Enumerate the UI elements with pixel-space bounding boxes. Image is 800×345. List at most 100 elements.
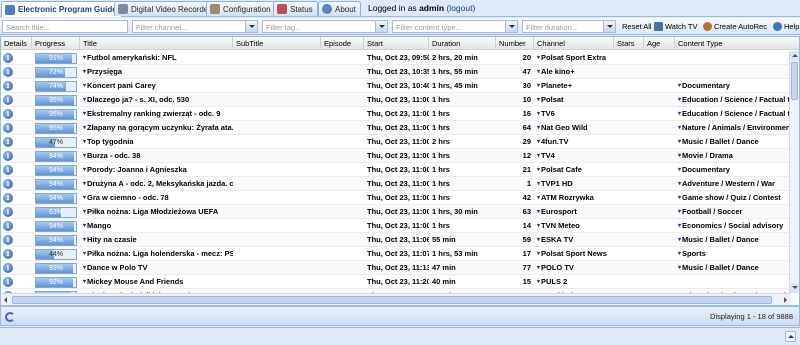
table-row[interactable]: i 94% ▾Drużyna A - odc. 2, Meksykańska jaz… [1, 177, 791, 191]
duration-filter-select[interactable]: Filter duration... [522, 20, 616, 33]
vertical-scrollbar[interactable] [789, 51, 799, 293]
cell-stars [614, 191, 644, 205]
details-info-icon[interactable]: i [3, 137, 13, 147]
column-header-title[interactable]: Title [80, 37, 233, 50]
cell-channel: ▾TVN Meteo [534, 219, 614, 233]
details-info-icon[interactable]: i [3, 277, 13, 287]
cell-title: ▾Dance w Polo TV [80, 261, 233, 275]
details-info-icon[interactable]: i [3, 235, 13, 245]
cell-title: ▾Piłka nożna: Liga holenderska - mecz: P… [80, 247, 233, 261]
details-info-icon[interactable]: i [3, 123, 13, 133]
column-header-start[interactable]: Start [364, 37, 429, 50]
details-info-icon[interactable]: i [3, 179, 13, 189]
details-info-icon[interactable]: i [3, 53, 13, 63]
table-row[interactable]: i 92% ▾Mickey Mouse And Friends Thu, Oct 23… [1, 275, 791, 289]
details-info-icon[interactable]: i [3, 193, 13, 203]
expand-panel-icon[interactable] [785, 331, 796, 342]
table-row[interactable]: i 95% ▾Dlaczego ja? - s. XI, odc. 530 Thu, … [1, 93, 791, 107]
cell-content-type: ▾Sports [675, 247, 791, 261]
details-info-icon[interactable]: i [3, 263, 13, 273]
hscroll-thumb[interactable] [12, 296, 772, 304]
table-row[interactable]: i 94% ▾Porody: Joanna i Agnieszka Thu, Oct … [1, 163, 791, 177]
title-search-input[interactable]: Search title... [2, 20, 128, 33]
table-row[interactable]: i 94% ▾Hity na czasie Thu, Oct 23, 11:06 55 … [1, 233, 791, 247]
tab-configuration[interactable]: Configuration [206, 1, 276, 16]
column-header-duration[interactable]: Duration [429, 37, 496, 50]
details-info-icon[interactable]: i [3, 81, 13, 91]
table-row[interactable]: i 93% ▾Dance w Polo TV Thu, Oct 23, 11:13 47… [1, 261, 791, 275]
help-button[interactable]: Help [773, 20, 799, 33]
cell-title-text: Mickey Mouse And Friends [87, 277, 184, 286]
progress-bar: 93% [35, 263, 77, 274]
horizontal-scrollbar[interactable] [1, 293, 791, 305]
cell-channel: ▾ATM Rozrywka [534, 191, 614, 205]
table-row[interactable]: i 44% ▾Piłka nożna: Liga holenderska - mec… [1, 247, 791, 261]
table-row[interactable]: i 72% ▾Przysięga Thu, Oct 23, 10:35 1 hrs, 5… [1, 65, 791, 79]
channel-filter-select[interactable]: Filter channel... [132, 20, 258, 33]
chevron-down-icon[interactable] [603, 21, 615, 32]
column-header-details[interactable]: Details [1, 37, 32, 50]
cell-start: Thu, Oct 23, 11:00 [367, 193, 429, 202]
table-row[interactable]: i 95% ▾Złapany na gorącym uczynku: Żyrafa … [1, 121, 791, 135]
details-info-icon[interactable]: i [3, 151, 13, 161]
column-header-content-type[interactable]: Content Type [675, 37, 799, 50]
column-header-progress[interactable]: Progress [32, 37, 80, 50]
flag-icon: ▾ [83, 195, 87, 201]
table-row[interactable]: i 63% ▾Piłka nożna: Liga Młodzieżowa UEFA T… [1, 205, 791, 219]
details-info-icon[interactable]: i [3, 95, 13, 105]
table-row[interactable]: i 47% ▾Top tygodnia Thu, Oct 23, 11:00 2 hrs… [1, 135, 791, 149]
table-row[interactable]: i 95% ▾Ekstremalny ranking zwierząt - odc.… [1, 107, 791, 121]
progress-label: 94% [48, 153, 63, 160]
tab-about[interactable]: About [318, 1, 361, 16]
tag-filter-select[interactable]: Filter tag... [262, 20, 388, 33]
reset-all-button[interactable]: Reset All [622, 20, 652, 33]
scroll-up-icon[interactable] [790, 51, 799, 61]
details-info-icon[interactable]: i [3, 249, 13, 259]
tab-dvr[interactable]: Digital Video Recorder [114, 1, 216, 16]
watch-tv-button[interactable]: Watch TV [654, 20, 698, 33]
column-header-stars[interactable]: Stars [614, 37, 644, 50]
table-row[interactable]: i 94% ▾Mango Thu, Oct 23, 11:00 1 hrs 14 ▾TVN … [1, 219, 791, 233]
scroll-down-icon[interactable] [790, 283, 799, 293]
cell-episode [321, 107, 364, 121]
refresh-icon[interactable] [5, 312, 15, 322]
scroll-thumb[interactable] [791, 62, 798, 100]
details-info-icon[interactable]: i [3, 67, 13, 77]
column-header-episode[interactable]: Episode [321, 37, 364, 50]
cell-duration: 1 hrs [432, 193, 450, 202]
create-autorec-button[interactable]: Create AutoRec [703, 20, 767, 33]
chevron-down-icon[interactable] [375, 21, 387, 32]
details-info-icon[interactable]: i [3, 221, 13, 231]
table-row[interactable]: i 94% ▾Gra w ciemno - odc. 78 Thu, Oct 23, … [1, 191, 791, 205]
cell-stars [614, 177, 644, 191]
flag-icon: ▾ [678, 97, 682, 103]
details-info-icon[interactable]: i [3, 165, 13, 175]
flag-icon: ▾ [83, 167, 87, 173]
tab-epg[interactable]: Electronic Program Guide [1, 1, 122, 17]
content-type-filter-select[interactable]: Filter content type... [392, 20, 518, 33]
scroll-right-icon[interactable] [781, 295, 790, 305]
cell-content-type: ▾Movie / Drama [675, 149, 791, 163]
cell-stars [614, 205, 644, 219]
column-header-channel[interactable]: Channel [534, 37, 614, 50]
cell-subtitle [233, 163, 321, 177]
column-header-age[interactable]: Age [644, 37, 675, 50]
chevron-down-icon[interactable] [505, 21, 517, 32]
scroll-left-icon[interactable] [2, 295, 11, 305]
flag-icon: ▾ [537, 167, 541, 173]
table-row[interactable]: i 94% ▾Burza - odc. 38 Thu, Oct 23, 11:00 1 … [1, 149, 791, 163]
table-row[interactable]: i 74% ▾Koncert pani Carey Thu, Oct 23, 10:4… [1, 79, 791, 93]
cell-content-type: ▾Education / Science / Factual top [675, 107, 791, 121]
flag-icon: ▾ [83, 55, 87, 61]
cell-title-text: Gra w ciemno - odc. 78 [87, 193, 169, 202]
cell-title: ▾Futbol amerykański: NFL [80, 51, 233, 65]
chevron-down-icon[interactable] [245, 21, 257, 32]
table-row[interactable]: i 91% ▾Futbol amerykański: NFL Thu, Oct 23,… [1, 51, 791, 65]
column-header-subtitle[interactable]: SubTitle [233, 37, 321, 50]
progress-label: 94% [48, 167, 63, 174]
column-header-number[interactable]: Number [496, 37, 534, 50]
logout-link[interactable]: (logout) [446, 3, 475, 13]
details-info-icon[interactable]: i [3, 109, 13, 119]
details-info-icon[interactable]: i [3, 207, 13, 217]
tab-status[interactable]: Status [273, 1, 318, 16]
